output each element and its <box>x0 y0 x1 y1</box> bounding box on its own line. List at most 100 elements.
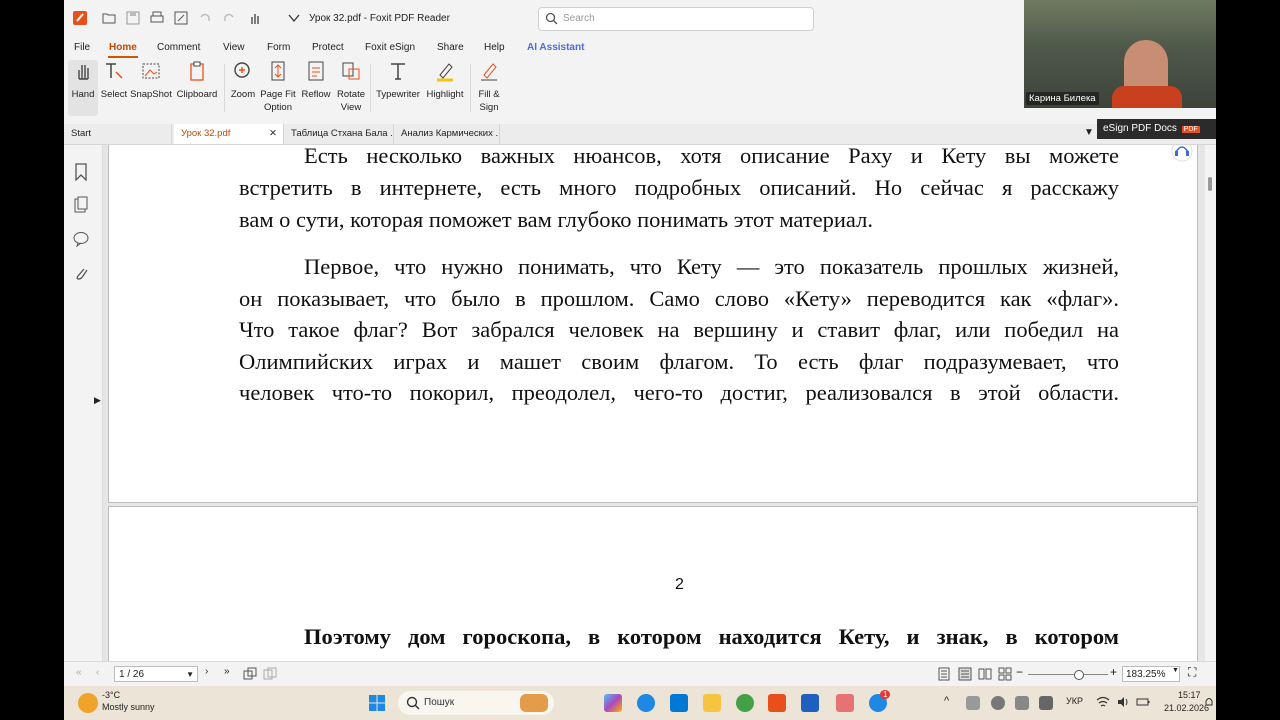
utorrent-icon[interactable] <box>736 694 754 712</box>
wifi-icon[interactable] <box>1096 695 1110 709</box>
esign-pdf-docs-banner[interactable]: eSign PDF Docs PDF <box>1097 119 1216 139</box>
battery-icon[interactable] <box>1136 695 1150 709</box>
continuous-facing-view-icon[interactable] <box>998 667 1012 681</box>
prev-page-icon[interactable]: ‹ <box>96 667 99 678</box>
menu-help[interactable]: Help <box>484 42 505 53</box>
page-number-field[interactable]: 1 / 26 ▼ <box>114 666 198 682</box>
scroll-thumb[interactable] <box>1208 177 1212 191</box>
window-title: Урок 32.pdf - Foxit PDF Reader <box>309 13 450 24</box>
audio-assistant-icon[interactable] <box>1170 145 1194 163</box>
store-icon[interactable] <box>670 694 688 712</box>
menu-comment[interactable]: Comment <box>157 42 200 53</box>
tab-lesson-32[interactable]: Урок 32.pdf ✕ <box>174 124 284 144</box>
fullscreen-icon[interactable]: ⛶ <box>1188 665 1196 680</box>
keyboard-language[interactable]: УКР <box>1066 696 1083 706</box>
notifications-bell-icon[interactable] <box>1204 696 1214 708</box>
rotate-view-label: Rotate View <box>337 89 365 113</box>
reflow-button[interactable]: Reflow <box>300 60 332 116</box>
edit-doc-icon[interactable] <box>173 10 189 26</box>
continuous-view-icon[interactable] <box>958 667 972 681</box>
redo-icon[interactable] <box>221 10 237 26</box>
zoom-slider[interactable] <box>1028 674 1108 675</box>
taskbar-search[interactable]: Пошук <box>398 691 554 715</box>
pages-icon[interactable] <box>73 196 89 214</box>
tab-sthana-bala[interactable]: Таблица Стхана Бала ... <box>284 124 394 144</box>
zoom-out-icon[interactable]: − <box>1016 665 1023 679</box>
select-label: Select <box>100 89 128 100</box>
document-viewport[interactable]: ▶ Есть несколько важных нюансов, хотя оп… <box>64 145 1216 661</box>
zoom-meeting-icon[interactable] <box>836 694 854 712</box>
page-fit-option-button[interactable]: Page Fit Option <box>260 60 296 116</box>
highlight-button[interactable]: Highlight <box>424 60 466 116</box>
clipboard-button[interactable]: Clipboard <box>176 60 218 116</box>
comments-icon[interactable] <box>73 230 89 248</box>
page1-line-5: он показывает, что было в прошлом. Само … <box>239 286 1119 311</box>
first-page-icon[interactable]: « <box>76 667 82 678</box>
tray-app-icon-1[interactable] <box>966 696 980 710</box>
clock-time: 15:17 <box>1178 690 1201 700</box>
expand-sidebar-icon[interactable]: ▶ <box>94 395 101 406</box>
open-folder-icon[interactable] <box>101 10 117 26</box>
taskbar-search-icon <box>406 696 420 710</box>
zoom-button[interactable]: Zoom <box>228 60 258 116</box>
copy-page-icon[interactable] <box>243 667 257 681</box>
close-tab-icon[interactable]: ✕ <box>269 124 277 144</box>
menu-view[interactable]: View <box>223 42 245 53</box>
tray-overflow-icon[interactable]: ^ <box>944 695 949 707</box>
undo-icon[interactable] <box>197 10 213 26</box>
vertical-scrollbar[interactable] <box>1205 145 1216 661</box>
print-icon[interactable] <box>149 10 165 26</box>
navigation-sidebar: ▶ <box>64 145 103 661</box>
copilot-icon[interactable] <box>604 694 622 712</box>
quick-access-dropdown-icon[interactable] <box>286 10 302 26</box>
edge-icon[interactable] <box>637 694 655 712</box>
weather-icon[interactable] <box>78 693 98 713</box>
menu-protect[interactable]: Protect <box>312 42 344 53</box>
menu-form[interactable]: Form <box>267 42 290 53</box>
select-button[interactable]: Select <box>100 60 128 116</box>
single-page-view-icon[interactable] <box>937 667 951 681</box>
page-dropdown-icon[interactable]: ▼ <box>186 667 194 683</box>
next-page-icon[interactable]: › <box>205 666 208 677</box>
menu-foxit-esign[interactable]: Foxit eSign <box>365 42 415 53</box>
tab-start[interactable]: Start <box>64 124 172 144</box>
page1-line-6: Что такое флаг? Вот забрался человек на … <box>239 317 1119 342</box>
tray-app-icon-4[interactable] <box>1039 696 1053 710</box>
bookmark-icon[interactable] <box>73 163 89 181</box>
word-icon[interactable] <box>801 694 819 712</box>
menu-home[interactable]: Home <box>109 42 137 53</box>
menu-share[interactable]: Share <box>437 42 464 53</box>
menu-ai-assistant[interactable]: AI Assistant <box>527 42 584 53</box>
page1-line-4: Первое, что нужно понимать, что Кету — э… <box>304 254 1119 279</box>
volume-icon[interactable] <box>1116 695 1130 709</box>
tabs-dropdown-icon[interactable]: ▼ <box>1084 127 1094 138</box>
windows-start-icon[interactable] <box>368 694 386 712</box>
zoom-in-icon[interactable]: + <box>1110 665 1117 679</box>
zoom-dropdown-icon[interactable]: ▼ <box>1172 667 1179 674</box>
hand-button[interactable]: Hand <box>68 60 98 116</box>
attachment-icon[interactable] <box>73 264 89 282</box>
tab-karmic-analysis[interactable]: Анализ Кармических ... <box>394 124 500 144</box>
search-placeholder: Search <box>563 13 595 24</box>
fill-sign-button[interactable]: Fill & Sign <box>474 60 504 116</box>
snapshot-button[interactable]: SnapShot <box>130 60 172 116</box>
tray-app-icon-2[interactable] <box>991 696 1005 710</box>
rotate-view-button[interactable]: Rotate View <box>335 60 367 116</box>
hand-tool-quick-icon[interactable] <box>247 10 263 26</box>
typewriter-button[interactable]: Typewriter <box>376 60 420 116</box>
left-black-margin <box>0 0 64 686</box>
zoom-slider-handle[interactable] <box>1074 670 1084 680</box>
extract-page-icon[interactable] <box>263 667 277 681</box>
save-icon[interactable] <box>125 10 141 26</box>
file-explorer-icon[interactable] <box>703 694 721 712</box>
taskbar-search-label: Пошук <box>424 697 455 708</box>
facing-view-icon[interactable] <box>978 667 992 681</box>
snapshot-icon <box>142 63 160 79</box>
foxit-taskbar-icon[interactable] <box>768 694 786 712</box>
zoom-icon <box>234 62 250 78</box>
last-page-icon[interactable]: » <box>224 666 230 677</box>
fill-sign-label: Fill & Sign <box>478 89 500 113</box>
tray-app-icon-3[interactable] <box>1015 696 1029 710</box>
search-box[interactable]: Search <box>538 7 814 31</box>
menu-file[interactable]: File <box>74 42 90 53</box>
